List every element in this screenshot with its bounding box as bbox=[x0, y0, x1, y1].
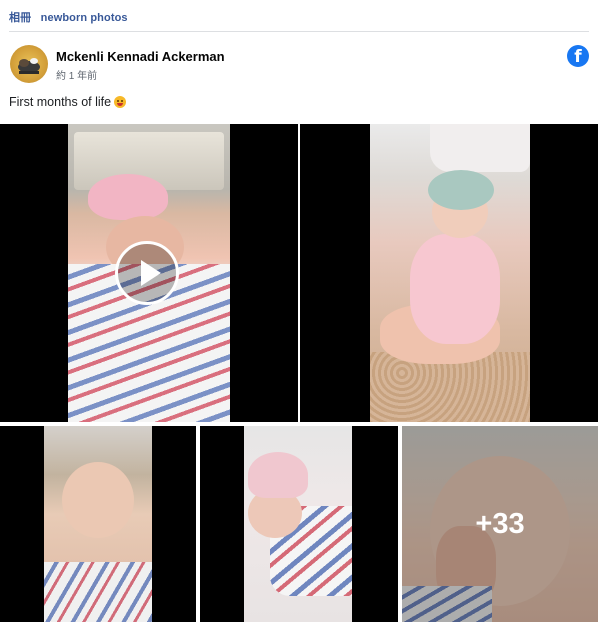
caption-text: First months of life bbox=[9, 95, 112, 109]
album-label[interactable]: 相冊 bbox=[9, 12, 31, 24]
breadcrumb: 相冊 newborn photos bbox=[9, 9, 128, 25]
more-photos-count[interactable]: +33 bbox=[402, 508, 598, 541]
gallery-photo-2[interactable] bbox=[300, 124, 598, 422]
smiling-face-emoji-icon bbox=[114, 96, 127, 108]
album-name-link[interactable]: newborn photos bbox=[41, 12, 128, 24]
breadcrumb-separator bbox=[34, 12, 37, 24]
photo-image bbox=[244, 426, 352, 622]
photo-image bbox=[370, 124, 530, 422]
gallery-photo-5-more[interactable]: +33 bbox=[402, 426, 598, 622]
header-divider bbox=[9, 31, 589, 32]
gallery-photo-3[interactable] bbox=[0, 426, 196, 622]
author-name[interactable]: Mckenli Kennadi Ackerman bbox=[56, 49, 225, 64]
play-icon[interactable] bbox=[115, 241, 179, 305]
gallery-photo-4[interactable] bbox=[200, 426, 398, 622]
photo-image bbox=[44, 426, 152, 622]
avatar-image bbox=[18, 58, 40, 74]
facebook-icon[interactable]: f bbox=[567, 45, 589, 67]
post-caption: First months of life bbox=[9, 95, 127, 109]
post-timestamp[interactable]: 約 1 年前 bbox=[56, 67, 97, 82]
gallery-video-1[interactable] bbox=[0, 124, 298, 422]
avatar[interactable] bbox=[10, 45, 48, 83]
